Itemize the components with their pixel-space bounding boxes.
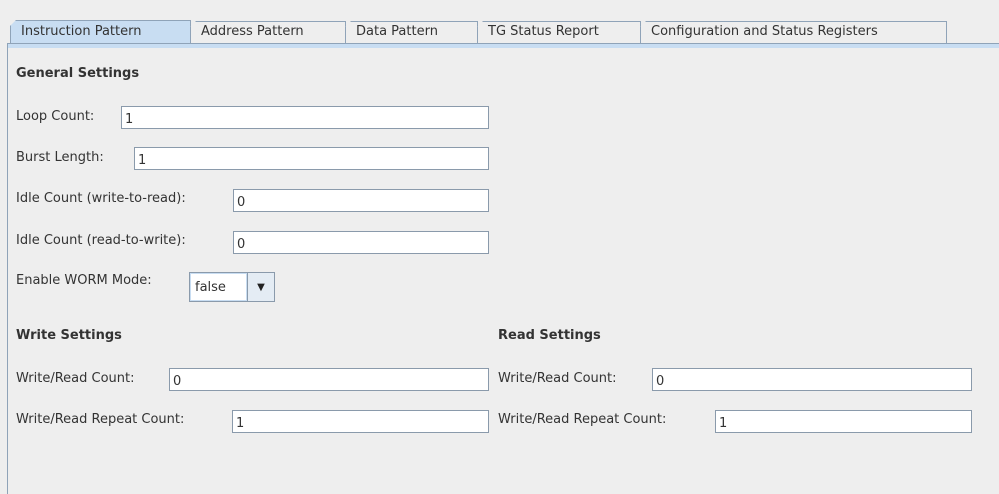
tab-divider (7, 43, 999, 48)
tab-config-status-registers[interactable]: Configuration and Status Registers (640, 21, 947, 43)
idle-count-w2r-label: Idle Count (write-to-read): (16, 191, 186, 206)
write-repeat-input[interactable] (232, 410, 489, 433)
worm-mode-label: Enable WORM Mode: (16, 273, 152, 288)
write-settings-heading: Write Settings (16, 328, 122, 343)
tab-data-pattern[interactable]: Data Pattern (345, 21, 478, 43)
burst-length-input[interactable] (134, 147, 489, 170)
loop-count-label: Loop Count: (16, 109, 95, 124)
worm-mode-select[interactable]: false ▼ (189, 272, 275, 302)
idle-count-r2w-input[interactable] (233, 231, 489, 254)
read-count-input[interactable] (652, 368, 972, 391)
read-repeat-input[interactable] (715, 410, 972, 433)
tab-address-pattern[interactable]: Address Pattern (190, 21, 346, 43)
read-count-label: Write/Read Count: (498, 371, 617, 386)
read-repeat-label: Write/Read Repeat Count: (498, 412, 667, 427)
loop-count-input[interactable] (121, 106, 489, 129)
burst-length-label: Burst Length: (16, 150, 104, 165)
idle-count-w2r-input[interactable] (233, 189, 489, 212)
tab-instruction-pattern[interactable]: Instruction Pattern (10, 20, 191, 44)
write-count-input[interactable] (169, 368, 489, 391)
idle-count-r2w-label: Idle Count (read-to-write): (16, 233, 186, 248)
chevron-down-icon[interactable]: ▼ (247, 273, 274, 301)
panel-border (7, 43, 8, 494)
general-settings-heading: General Settings (16, 66, 140, 81)
tab-tg-status-report[interactable]: TG Status Report (477, 21, 641, 43)
write-count-label: Write/Read Count: (16, 371, 135, 386)
worm-mode-value: false (190, 273, 247, 301)
write-repeat-label: Write/Read Repeat Count: (16, 412, 185, 427)
read-settings-heading: Read Settings (498, 328, 601, 343)
